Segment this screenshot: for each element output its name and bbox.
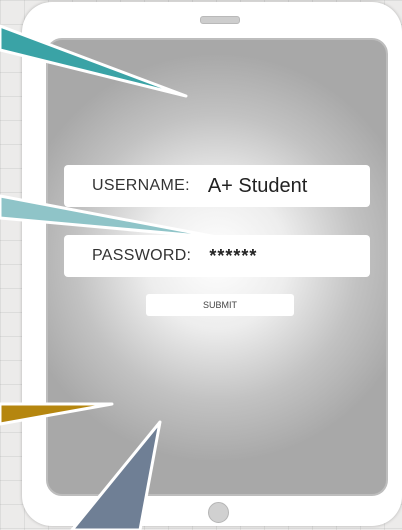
- tablet-speaker: [200, 16, 240, 24]
- username-field[interactable]: USERNAME: A+ Student: [64, 165, 370, 207]
- username-input[interactable]: A+ Student: [208, 175, 308, 198]
- username-label: USERNAME:: [92, 177, 190, 194]
- password-label: PASSWORD:: [92, 247, 192, 264]
- password-field[interactable]: PASSWORD: ******: [64, 235, 370, 277]
- tablet-screen: USERNAME: A+ Student PASSWORD: ****** SU…: [46, 38, 388, 496]
- password-input[interactable]: ******: [209, 246, 257, 267]
- submit-button[interactable]: SUBMIT: [146, 294, 294, 316]
- home-button[interactable]: [208, 502, 229, 523]
